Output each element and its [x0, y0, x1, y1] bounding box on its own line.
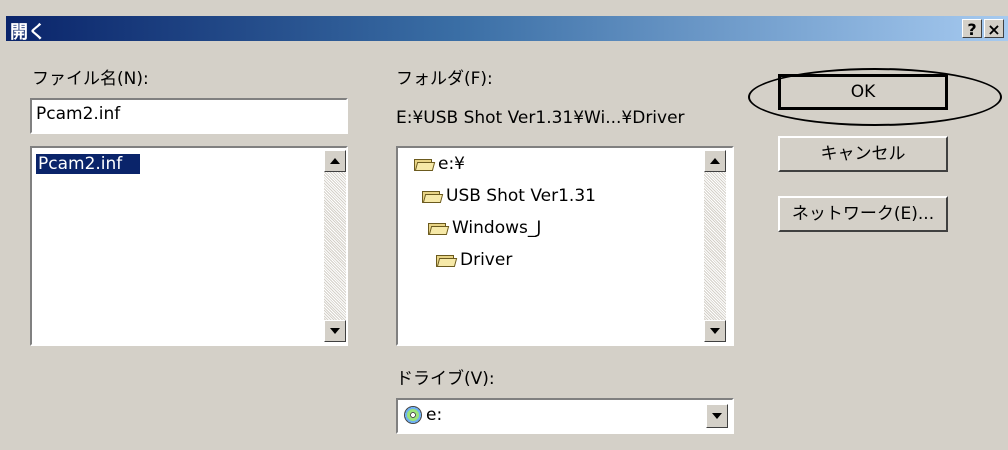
- cd-drive-icon: [404, 406, 422, 424]
- close-button[interactable]: ×: [984, 19, 1004, 39]
- open-folder-icon: [428, 221, 450, 235]
- filename-label: ファイル名(N):: [32, 69, 149, 89]
- folder-path: E:¥USB Shot Ver1.31¥Wi...¥Driver: [396, 108, 685, 128]
- open-folder-icon: [422, 189, 444, 203]
- file-list[interactable]: [30, 146, 348, 346]
- folder-tree-item-label: Windows_J: [452, 218, 542, 238]
- folder-tree-item-windows[interactable]: Windows_J: [428, 218, 541, 240]
- filename-input[interactable]: Pcam2.inf: [30, 98, 348, 134]
- file-list-item-label: Pcam2.inf: [38, 154, 123, 174]
- open-folder-icon: [436, 253, 458, 267]
- folder-tree-scroll-down[interactable]: [704, 320, 726, 342]
- folder-tree-scroll-up[interactable]: [704, 150, 726, 172]
- drive-dropdown-button[interactable]: [706, 404, 728, 428]
- folder-tree-item-label: e:¥: [438, 154, 466, 174]
- title-bar: 開く ? ×: [6, 16, 1008, 43]
- open-dialog: 開く ? × ファイル名(N): Pcam2.inf Pcam2.inf フォル…: [0, 0, 1008, 450]
- folder-tree-item-usbshot[interactable]: USB Shot Ver1.31: [422, 186, 596, 208]
- open-folder-icon: [414, 157, 436, 171]
- drive-label: ドライブ(V):: [396, 369, 495, 389]
- file-list-scroll-down[interactable]: [324, 320, 346, 342]
- drive-select[interactable]: e:: [396, 398, 734, 434]
- cancel-button[interactable]: キャンセル: [778, 136, 948, 172]
- filename-input-value: Pcam2.inf: [36, 104, 121, 124]
- drive-select-text: e:: [426, 405, 443, 425]
- file-list-item-selected[interactable]: Pcam2.inf: [36, 154, 140, 174]
- folder-tree[interactable]: [396, 146, 734, 346]
- folder-tree-item-driver[interactable]: Driver: [436, 250, 512, 272]
- folder-tree-scrollbar[interactable]: [704, 150, 726, 342]
- help-button[interactable]: ?: [962, 19, 982, 39]
- file-list-scrollbar[interactable]: [324, 150, 346, 342]
- file-list-scroll-up[interactable]: [324, 150, 346, 172]
- network-button[interactable]: ネットワーク(E)...: [778, 196, 948, 232]
- folder-tree-item-root[interactable]: e:¥: [414, 154, 465, 176]
- ok-button[interactable]: OK: [778, 74, 948, 110]
- folder-label: フォルダ(F):: [396, 69, 493, 89]
- folder-tree-item-label: Driver: [460, 250, 513, 270]
- window-title: 開く: [10, 22, 46, 43]
- folder-tree-item-label: USB Shot Ver1.31: [446, 186, 596, 206]
- drive-select-value: e:: [404, 405, 442, 425]
